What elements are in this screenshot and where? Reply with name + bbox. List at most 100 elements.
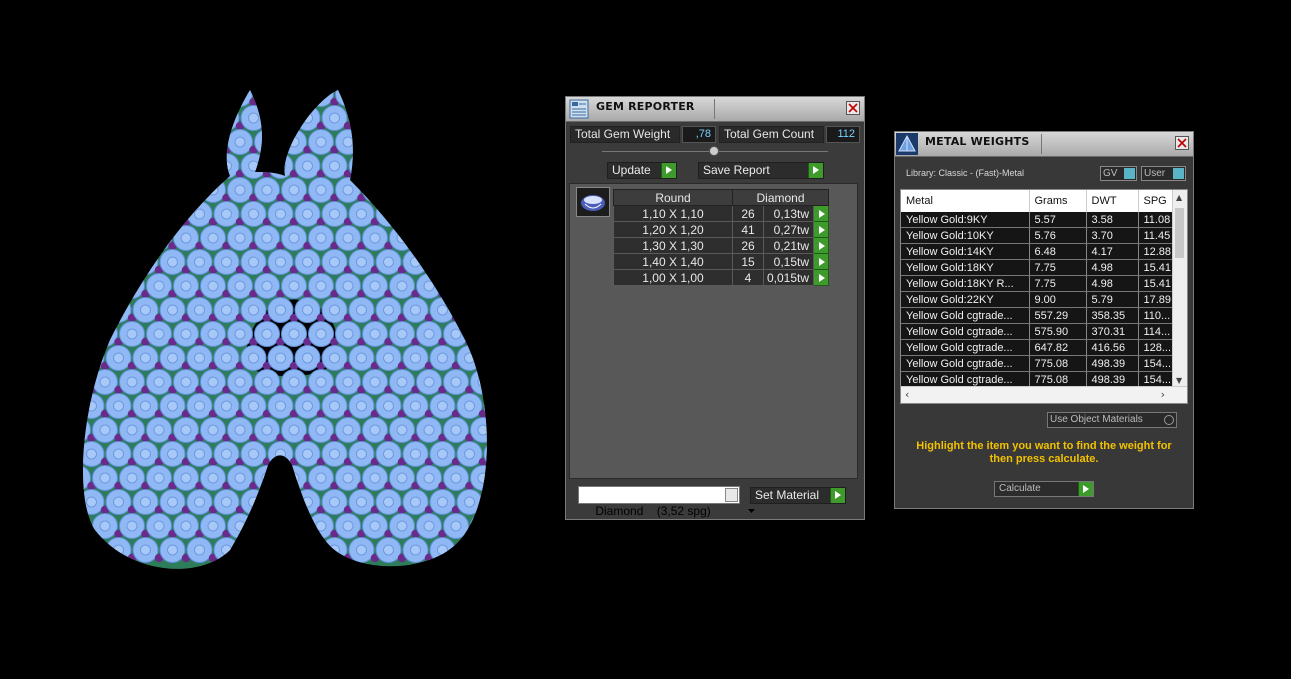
gem-table-facet	[329, 400, 340, 412]
use-object-materials-button[interactable]: Use Object Materials	[1047, 412, 1177, 428]
gem-table-facet	[288, 472, 300, 484]
gem-table-facet	[194, 112, 205, 124]
column-header[interactable]: Grams	[1029, 190, 1087, 212]
play-icon[interactable]	[813, 205, 830, 222]
metal-weights-close-button[interactable]	[1175, 136, 1189, 150]
chevron-right-icon[interactable]: ›	[1161, 388, 1165, 401]
gem-table-facet	[356, 112, 367, 124]
table-row[interactable]: Yellow Gold:14KY 6.48 4.17 12.88	[901, 243, 1183, 260]
gem-stone	[92, 177, 118, 203]
gv-toggle[interactable]: GV	[1100, 166, 1137, 181]
gem-table-facet	[383, 448, 394, 460]
titlebar-divider	[1041, 134, 1042, 154]
gem-table-facet	[342, 328, 354, 340]
metal-weights-panel: METAL WEIGHTS Library: Classic - (Fast)-…	[894, 131, 1194, 509]
gem-stone	[240, 537, 267, 563]
gem-table-facet	[410, 496, 421, 508]
gem-row[interactable]: 1,30 X 1,30 26 0,21tw	[613, 237, 830, 254]
gem-table-facet	[248, 544, 259, 556]
splitter-handle-icon[interactable]	[709, 146, 719, 156]
gem-table-facet	[126, 136, 138, 148]
gem-stone	[335, 90, 361, 107]
gem-table-facet	[369, 90, 381, 100]
chevron-down-icon[interactable]	[725, 488, 756, 513]
table-cell: Yellow Gold cgtrade...	[901, 307, 1030, 324]
calculate-button[interactable]: Calculate	[994, 481, 1094, 497]
gem-table-facet	[396, 424, 408, 436]
gem-stone	[132, 105, 159, 131]
gem-stone	[267, 489, 294, 515]
table-row[interactable]: Yellow Gold:18KY 7.75 4.98 15.41	[901, 259, 1183, 276]
set-material-button[interactable]: Set Material	[750, 487, 846, 504]
horizontal-scrollbar[interactable]: ‹ ›	[901, 386, 1187, 403]
scroll-thumb[interactable]	[1175, 208, 1184, 258]
gem-table-facet	[492, 305, 501, 315]
play-icon[interactable]	[813, 237, 830, 254]
gem-table-facet	[153, 376, 165, 388]
table-row[interactable]: Yellow Gold:9KY 5.57 3.58 11.08	[901, 212, 1183, 228]
prong	[249, 97, 258, 107]
gem-table-facet	[492, 401, 501, 411]
vertical-scrollbar[interactable]: ▲ ▼	[1172, 190, 1187, 388]
prong	[181, 169, 191, 179]
chevron-left-icon[interactable]: ‹	[905, 388, 909, 401]
table-row[interactable]: Yellow Gold cgtrade... 575.90 370.31 114...	[901, 323, 1183, 340]
table-row[interactable]: Yellow Gold cgtrade... 775.08 498.39 154...	[901, 355, 1183, 372]
gem-row[interactable]: 1,40 X 1,40 15 0,15tw	[613, 253, 830, 270]
gem-row[interactable]: 1,10 X 1,10 26 0,13tw	[613, 205, 830, 222]
gem-table-facet	[302, 544, 313, 556]
prong	[87, 145, 96, 155]
gem-table-facet	[396, 520, 408, 532]
table-row[interactable]: Yellow Gold cgtrade... 557.29 358.35 110...	[901, 307, 1183, 324]
table-cell: 4.98	[1086, 275, 1139, 292]
gem-stone	[83, 249, 105, 275]
gem-stone	[227, 90, 253, 107]
gem-table-facet	[180, 424, 192, 436]
gem-stone	[429, 201, 456, 227]
metal-list[interactable]: Metal Grams DWT SPG Yellow Gold:9KY 5.57 3.58…	[900, 189, 1188, 404]
save-report-button[interactable]: Save Report	[698, 162, 824, 179]
prong	[465, 289, 474, 299]
table-row[interactable]: Yellow Gold:18KY R... 7.75 4.98 15.41	[901, 275, 1183, 292]
gem-table-facet	[140, 400, 151, 412]
column-header[interactable]: DWT	[1086, 190, 1139, 212]
gem-stone	[267, 105, 294, 131]
column-header[interactable]: Metal	[901, 190, 1030, 212]
calculate-button-label: Calculate	[999, 483, 1041, 494]
play-icon[interactable]	[813, 269, 830, 286]
user-toggle[interactable]: User	[1141, 166, 1186, 181]
chevron-up-icon[interactable]: ▲	[1176, 193, 1182, 202]
chevron-down-icon[interactable]: ▼	[1176, 376, 1182, 385]
gem-stone	[375, 105, 402, 131]
prong	[127, 265, 137, 275]
gem-reporter-titlebar[interactable]: GEM REPORTER	[566, 97, 864, 122]
play-icon[interactable]	[813, 253, 830, 270]
gem-count-cell: 41	[732, 221, 764, 238]
prong	[411, 193, 420, 203]
table-row[interactable]: Yellow Gold cgtrade... 647.82 416.56 128...	[901, 339, 1183, 356]
material-select[interactable]: Diamond (3,52 spg)	[578, 486, 756, 518]
prong	[451, 313, 461, 323]
table-row[interactable]: Yellow Gold:22KY 9.00 5.79 17.89	[901, 291, 1183, 308]
gem-table-facet	[356, 544, 367, 556]
jewelry-pendant-render[interactable]	[70, 80, 500, 575]
table-row[interactable]: Yellow Gold:10KY 5.76 3.70 11.45	[901, 227, 1183, 244]
gem-table-facet	[140, 112, 151, 124]
gem-stone	[132, 201, 159, 227]
round-gem-icon[interactable]	[576, 187, 610, 217]
gem-table-facet	[315, 184, 327, 196]
gem-row[interactable]: 1,20 X 1,20 41 0,27tw	[613, 221, 830, 238]
prong	[424, 217, 434, 227]
gem-stone	[375, 201, 402, 227]
update-button[interactable]: Update	[607, 162, 677, 179]
gem-table-facet	[437, 304, 448, 316]
gem-reporter-close-button[interactable]	[846, 101, 860, 115]
gem-row[interactable]: 1,00 X 1,00 4 0,015tw	[613, 269, 830, 286]
gem-stone	[200, 90, 226, 107]
metal-weights-titlebar[interactable]: METAL WEIGHTS	[895, 132, 1193, 157]
gem-table-facet	[302, 448, 313, 460]
gem-table-facet	[464, 256, 475, 268]
gem-table-facet	[234, 520, 246, 532]
play-icon[interactable]	[813, 221, 830, 238]
gem-table-facet	[275, 544, 286, 556]
